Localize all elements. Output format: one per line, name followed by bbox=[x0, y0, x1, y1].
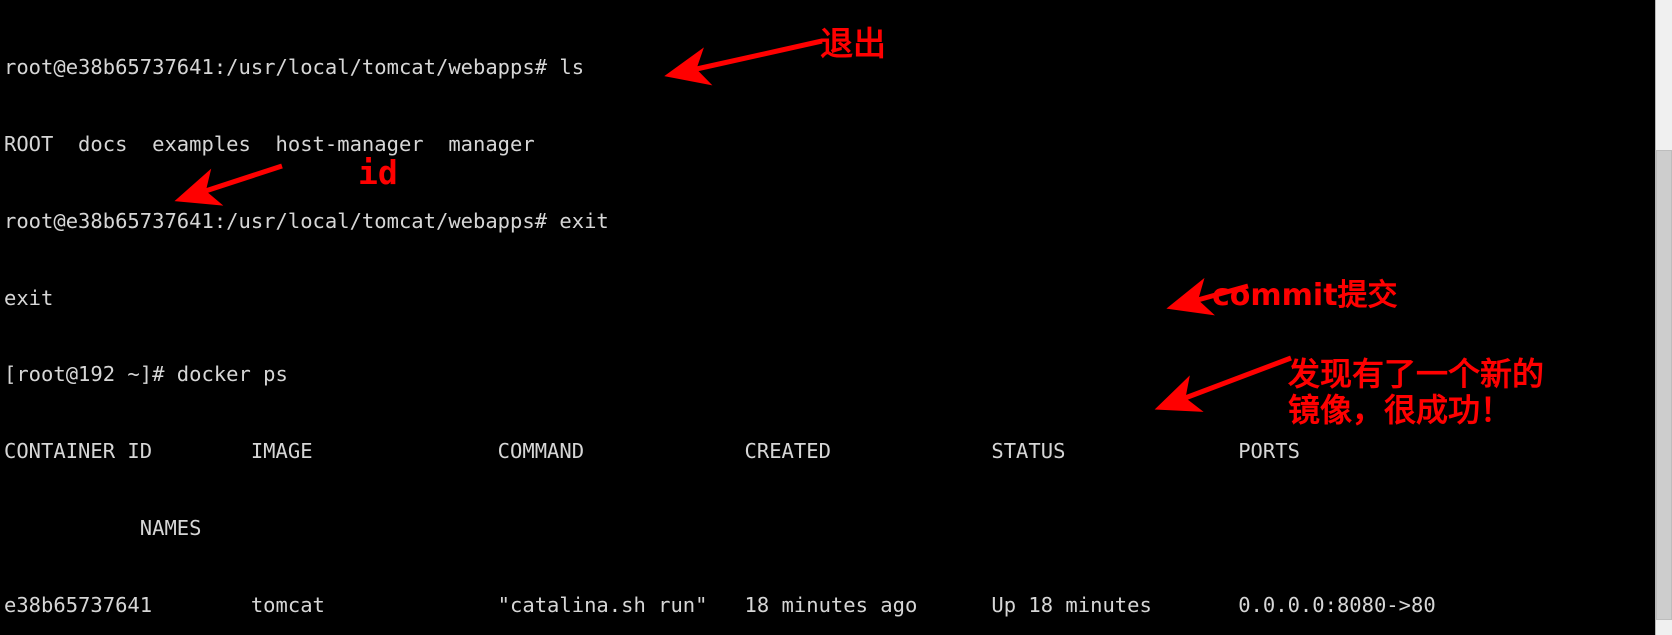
vertical-scrollbar[interactable] bbox=[1655, 0, 1672, 635]
annotation-arrow-id bbox=[170, 160, 300, 210]
annotation-arrow-exit bbox=[660, 26, 840, 86]
terminal-window[interactable]: root@e38b65737641:/usr/local/tomcat/weba… bbox=[0, 0, 1672, 635]
scrollbar-thumb[interactable] bbox=[1656, 150, 1672, 620]
annotation-label-id: id bbox=[358, 155, 398, 192]
terminal-line: CONTAINER ID IMAGE COMMAND CREATED STATU… bbox=[4, 439, 1655, 465]
terminal-line: ROOT docs examples host-manager manager bbox=[4, 132, 1655, 158]
terminal-line: root@e38b65737641:/usr/local/tomcat/weba… bbox=[4, 209, 1655, 235]
terminal-line: e38b65737641 tomcat "catalina.sh run" 18… bbox=[4, 593, 1655, 619]
terminal-line: exit bbox=[4, 286, 1655, 312]
annotation-label-new-image: 发现有了一个新的镜像，很成功！ bbox=[1288, 357, 1548, 429]
annotation-arrow-new-image bbox=[1148, 350, 1308, 420]
terminal-line: NAMES bbox=[4, 516, 1655, 542]
annotation-label-exit: 退出 bbox=[820, 26, 886, 63]
terminal-output: root@e38b65737641:/usr/local/tomcat/weba… bbox=[0, 0, 1655, 635]
annotation-label-commit: commit提交 bbox=[1212, 279, 1398, 313]
